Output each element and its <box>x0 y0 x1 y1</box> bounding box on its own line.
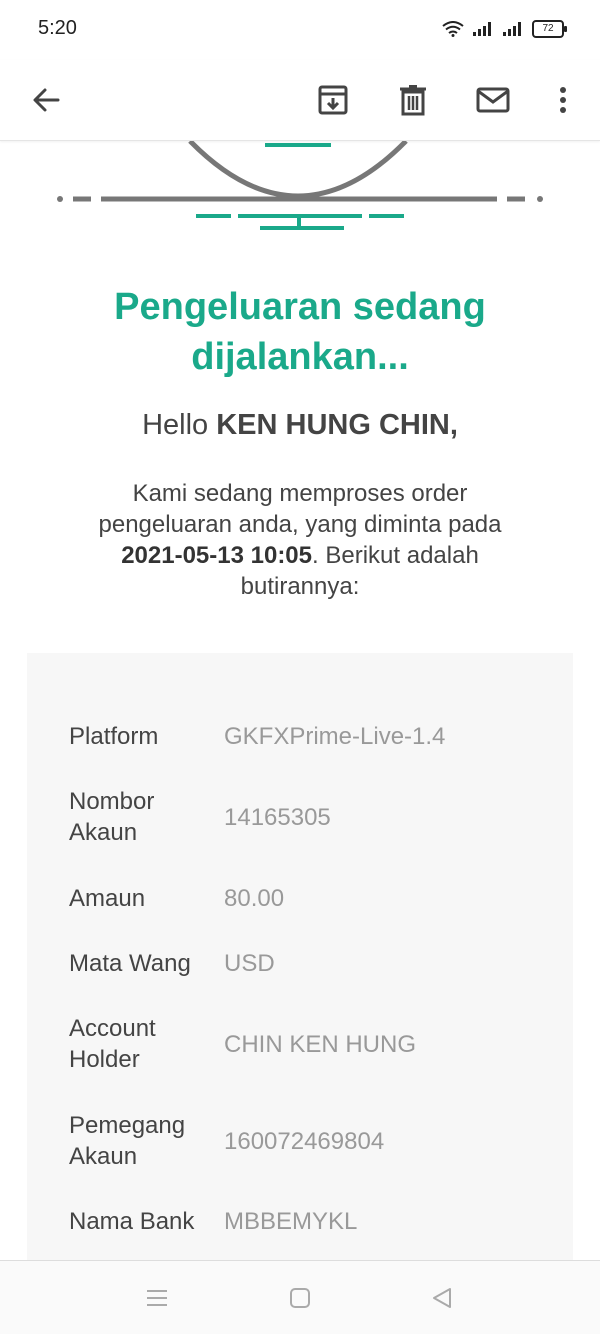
more-options-button[interactable] <box>539 76 587 124</box>
status-time: 5:20 <box>38 17 77 39</box>
menu-icon <box>147 1290 167 1306</box>
recipient-name: KEN HUNG CHIN, <box>216 409 458 441</box>
detail-label: Platform <box>69 723 159 750</box>
system-back-button[interactable] <box>427 1283 457 1313</box>
mail-icon <box>476 87 510 113</box>
wifi-icon <box>442 21 464 37</box>
status-icons: 72 <box>442 20 567 38</box>
home-square-icon <box>290 1288 310 1308</box>
archive-icon <box>318 85 348 115</box>
message-part-1: Kami sedang memproses order pengeluaran … <box>98 480 502 538</box>
home-button[interactable] <box>285 1283 315 1313</box>
detail-value: CHIN KEN HUNG <box>224 1031 417 1058</box>
signal-icon <box>473 22 491 36</box>
headline-line-1: Pengeluaran sedang <box>114 286 486 328</box>
greeting-prefix: Hello <box>142 409 217 441</box>
back-arrow-icon <box>33 88 60 112</box>
battery-indicator: 72 <box>532 20 567 38</box>
greeting: Hello KEN HUNG CHIN, <box>40 409 560 442</box>
email-message: Kami sedang memproses order pengeluaran … <box>90 478 510 602</box>
detail-label: Pemegang Akaun <box>69 1112 186 1170</box>
withdrawal-details-table: Platform GKFXPrime-Live-1.4 Nombor Akaun… <box>27 653 573 1273</box>
back-button[interactable] <box>22 76 70 124</box>
delete-button[interactable] <box>389 76 437 124</box>
detail-label: Nama Bank <box>69 1208 195 1235</box>
detail-value: GKFXPrime-Live-1.4 <box>224 723 446 750</box>
email-toolbar <box>0 60 600 141</box>
recent-apps-button[interactable] <box>142 1283 172 1313</box>
withdrawal-illustration <box>57 141 543 230</box>
system-navigation-bar <box>0 1260 600 1334</box>
detail-value: 160072469804 <box>224 1128 385 1155</box>
request-date: 2021-05-13 10:05 <box>121 542 313 569</box>
mark-unread-button[interactable] <box>469 76 517 124</box>
more-vertical-icon <box>560 87 566 113</box>
signal-icon <box>503 22 521 36</box>
back-triangle-icon <box>433 1288 451 1308</box>
detail-label: Amaun <box>69 885 146 912</box>
detail-value: MBBEMYKL <box>224 1208 358 1235</box>
detail-label: Account Holder <box>69 1015 156 1073</box>
email-headline: Pengeluaran sedang dijalankan... <box>60 282 540 382</box>
detail-label: Nombor Akaun <box>69 788 155 846</box>
detail-value: USD <box>224 950 275 977</box>
detail-value: 14165305 <box>224 804 331 831</box>
headline-line-2: dijalankan... <box>191 336 409 378</box>
archive-button[interactable] <box>309 76 357 124</box>
status-bar: 5:20 72 <box>0 0 600 60</box>
detail-label: Mata Wang <box>69 950 191 977</box>
detail-value: 80.00 <box>224 885 285 912</box>
trash-icon <box>400 85 426 116</box>
